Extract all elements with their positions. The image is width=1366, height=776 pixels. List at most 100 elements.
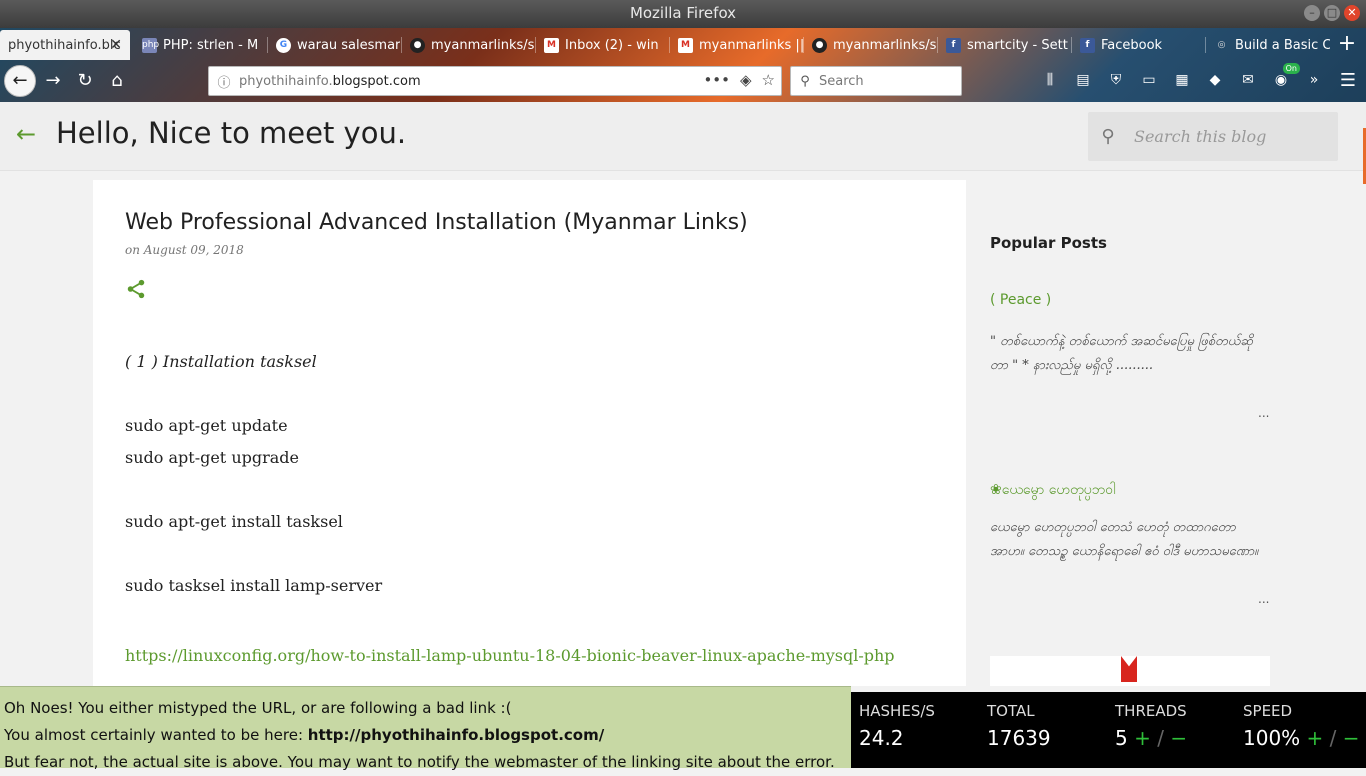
tab-php-strlen[interactable]: php PHP: strlen - M bbox=[134, 30, 268, 60]
popular-post-title[interactable]: ❀ယေမွော ဟေတုပ္ပဘဝါ bbox=[990, 480, 1115, 501]
reload-button[interactable]: ↻ bbox=[70, 66, 100, 96]
tab-gmail-inbox[interactable]: M Inbox (2) - win bbox=[536, 30, 670, 60]
speed-control: 100% + / − bbox=[1243, 726, 1360, 750]
threads-increase-button[interactable]: + bbox=[1134, 726, 1151, 750]
threads-separator: / bbox=[1157, 726, 1164, 750]
notice-correct-url[interactable]: http://phyothihainfo.blogspot.com/ bbox=[308, 726, 604, 744]
github-icon: ● bbox=[812, 37, 827, 53]
browser-search-placeholder: Search bbox=[819, 73, 864, 89]
notice-line-2-text: You almost certainly wanted to be here: bbox=[4, 726, 308, 744]
menu-icon[interactable]: ☰ bbox=[1340, 70, 1356, 91]
speed-stat: SPEED 100% + / − bbox=[1243, 702, 1360, 750]
tab-build-basic[interactable]: ◎ Build a Basic CF bbox=[1206, 30, 1330, 60]
tab-strip: phyothihainfo.blc ✕ php PHP: strlen - M … bbox=[0, 28, 1366, 60]
sidebar-icon[interactable]: ▤ bbox=[1073, 70, 1093, 90]
notice-line-2: You almost certainly wanted to be here: … bbox=[4, 722, 851, 749]
shield-icon[interactable]: ⛨ bbox=[1106, 70, 1126, 90]
blog-back-arrow-icon[interactable]: ← bbox=[16, 120, 36, 148]
post-line: sudo tasksel install lamp-server bbox=[125, 576, 383, 595]
threads-decrease-button[interactable]: − bbox=[1170, 726, 1187, 750]
back-button[interactable]: ← bbox=[4, 65, 36, 97]
popular-post-snippet: ယေမွော ဟေတုပ္ပဘဝါ တေသံ ဟေတုံ တထာဂတော အာဟ… bbox=[990, 520, 1259, 559]
minimize-icon[interactable]: – bbox=[1304, 5, 1320, 21]
printer-icon[interactable]: ▭ bbox=[1139, 70, 1159, 90]
color-picker-icon[interactable]: ▦ bbox=[1172, 70, 1192, 90]
extension-badge: On bbox=[1282, 63, 1300, 74]
threads-value: 5 bbox=[1115, 726, 1128, 750]
url-actions: ••• ◈ ☆ bbox=[703, 71, 775, 89]
tab-label: warau salesmar bbox=[297, 37, 401, 53]
tab-label: myanmarlinks/s bbox=[431, 37, 535, 53]
speed-label: SPEED bbox=[1243, 702, 1293, 720]
post-link[interactable]: https://linuxconfig.org/how-to-install-l… bbox=[125, 640, 935, 672]
page-actions-icon[interactable]: ••• bbox=[703, 71, 730, 89]
forward-button[interactable]: → bbox=[38, 66, 68, 96]
speed-increase-button[interactable]: + bbox=[1307, 726, 1324, 750]
post-title: Web Professional Advanced Installation (… bbox=[125, 210, 748, 235]
tab-label: Inbox (2) - win bbox=[565, 37, 659, 53]
maximize-icon[interactable]: □ bbox=[1324, 5, 1340, 21]
close-window-icon[interactable]: ✕ bbox=[1344, 5, 1360, 21]
web-page: ← Hello, Nice to meet you. ⚲ Search this… bbox=[0, 102, 1366, 686]
tab-warau-salesman[interactable]: G warau salesmar bbox=[268, 30, 402, 60]
search-icon: ⚲ bbox=[800, 73, 810, 89]
popular-post-title[interactable]: ( Peace ) bbox=[990, 292, 1051, 308]
navigation-toolbar: ← → ↻ ⌂ ⓘ phyothihainfo.blogspot.com •••… bbox=[0, 60, 1366, 102]
post-line: sudo apt-get upgrade bbox=[125, 448, 300, 467]
threads-stat: THREADS 5 + / − bbox=[1115, 702, 1187, 750]
post-heading-tasksel: ( 1 ) Installation tasksel bbox=[125, 352, 317, 371]
total-label: TOTAL bbox=[987, 702, 1035, 720]
tab-label: myanmarlinks || bbox=[699, 37, 804, 53]
tab-label: phyothihainfo.blc bbox=[8, 37, 121, 53]
google-icon: G bbox=[276, 37, 291, 53]
tab-facebook-smartcity[interactable]: f smartcity - Sett bbox=[938, 30, 1072, 60]
threads-control: 5 + / − bbox=[1115, 726, 1187, 750]
tab-gmail-myanmarlinks[interactable]: M myanmarlinks || bbox=[670, 30, 804, 60]
tab-label: smartcity - Sett bbox=[967, 37, 1068, 53]
mail-extension-icon[interactable]: ✉ bbox=[1238, 70, 1258, 90]
close-tab-icon[interactable]: ✕ bbox=[110, 37, 122, 53]
code-extension-icon[interactable]: ◆ bbox=[1205, 70, 1225, 90]
tab-label: Facebook bbox=[1101, 37, 1163, 53]
hashes-stat: HASHES/S 24.2 bbox=[859, 702, 935, 750]
total-stat: TOTAL 17639 bbox=[987, 702, 1051, 750]
tab-label: myanmarlinks/s bbox=[833, 37, 937, 53]
url-prefix: phyothihainfo. bbox=[239, 73, 333, 89]
pocket-icon[interactable]: ◈ bbox=[740, 71, 752, 89]
tab-github-myanmarlinks-2[interactable]: ● myanmarlinks/s bbox=[804, 30, 938, 60]
site-info-icon[interactable]: ⓘ bbox=[209, 72, 239, 91]
speed-decrease-button[interactable]: − bbox=[1343, 726, 1360, 750]
total-value: 17639 bbox=[987, 726, 1051, 750]
php-icon: php bbox=[142, 37, 159, 53]
facebook-icon: f bbox=[1080, 37, 1095, 53]
popular-post-thumbnail[interactable] bbox=[990, 656, 1270, 686]
logo-mark-icon bbox=[1121, 656, 1137, 682]
bad-link-notice: Oh Noes! You either mistyped the URL, or… bbox=[0, 686, 851, 771]
new-tab-button[interactable]: + bbox=[1334, 30, 1360, 58]
tab-label: Build a Basic CF bbox=[1235, 37, 1330, 53]
blog-title[interactable]: Hello, Nice to meet you. bbox=[56, 116, 406, 150]
post-card: Web Professional Advanced Installation (… bbox=[93, 180, 966, 686]
blog-search-input[interactable]: ⚲ Search this blog bbox=[1088, 112, 1338, 161]
url-host: blogspot.com bbox=[332, 73, 421, 89]
popular-post-more[interactable]: ... bbox=[1258, 406, 1269, 420]
overflow-chevron-icon[interactable]: » bbox=[1304, 70, 1324, 90]
post-date[interactable]: on August 09, 2018 bbox=[125, 243, 244, 257]
bookmark-star-icon[interactable]: ☆ bbox=[762, 71, 775, 89]
blog-header: ← Hello, Nice to meet you. ⚲ Search this… bbox=[0, 102, 1366, 171]
library-icon[interactable]: ⫼ bbox=[1040, 70, 1060, 90]
tab-phyothihainfo[interactable]: phyothihainfo.blc ✕ bbox=[0, 30, 130, 60]
popular-post-snippet: " တစ်ယောက်နဲ့ တစ်ယောက် အဆင်မပြေမှု ဖြစ်တ… bbox=[990, 334, 1253, 373]
gmail-icon: M bbox=[544, 37, 559, 53]
miner-extension-icon[interactable]: ◉ On bbox=[1271, 63, 1300, 90]
url-text[interactable]: phyothihainfo.blogspot.com bbox=[239, 74, 421, 89]
tab-facebook[interactable]: f Facebook bbox=[1072, 30, 1206, 60]
share-icon[interactable] bbox=[125, 278, 147, 305]
home-button[interactable]: ⌂ bbox=[102, 66, 132, 96]
browser-search-bar[interactable]: ⚲ Search bbox=[790, 66, 962, 96]
url-bar[interactable]: ⓘ phyothihainfo.blogspot.com ••• ◈ ☆ bbox=[208, 66, 782, 96]
tab-github-myanmarlinks[interactable]: ● myanmarlinks/s bbox=[402, 30, 536, 60]
post-line: sudo apt-get update bbox=[125, 416, 288, 435]
toolbar-icons: ⫼ ▤ ⛨ ▭ ▦ ◆ ✉ ◉ On » bbox=[1040, 63, 1324, 90]
popular-post-more[interactable]: ... bbox=[1258, 592, 1269, 606]
